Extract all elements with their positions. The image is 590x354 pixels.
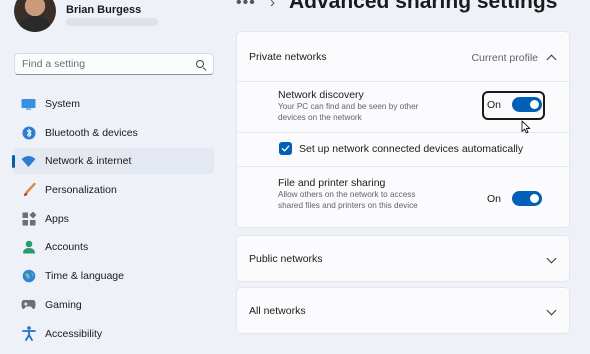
sidebar-item-label: Bluetooth & devices	[45, 126, 138, 139]
apps-icon	[21, 211, 36, 226]
sidebar-item-label: Network & internet	[45, 155, 132, 168]
network-discovery-title: Network discovery	[278, 89, 364, 101]
sidebar-item-accounts[interactable]: Accounts	[13, 234, 214, 260]
private-networks-title[interactable]: Private networks	[249, 51, 327, 63]
all-networks-card[interactable]: All networks	[236, 287, 570, 334]
brush-icon	[21, 183, 36, 198]
sidebar-item-label: Time & language	[45, 270, 124, 283]
accessibility-icon	[21, 326, 36, 341]
sidebar-item-apps[interactable]: Apps	[13, 206, 214, 232]
globe-icon	[21, 269, 36, 284]
sidebar-item-label: System	[45, 98, 81, 110]
sidebar-item-label: Apps	[45, 212, 69, 225]
sidebar-item-personalization[interactable]: Personalization	[13, 177, 214, 203]
sidebar-item-bluetooth[interactable]: Bluetooth & devices	[13, 120, 214, 146]
file-printer-sharing-description: Allow others on the network to access sh…	[278, 190, 418, 210]
file-printer-sharing-title: File and printer sharing	[278, 177, 386, 189]
sidebar-nav: System Bluetooth & devices Network & int…	[12, 91, 214, 349]
public-networks-card[interactable]: Public networks	[236, 235, 570, 282]
divider	[237, 166, 569, 167]
file-printer-sharing-toggle-group[interactable]: On	[487, 191, 543, 206]
auto-setup-checkbox[interactable]	[279, 142, 292, 155]
network-discovery-toggle[interactable]	[512, 97, 543, 112]
avatar[interactable]	[14, 0, 56, 32]
sidebar-item-time-language[interactable]: Time & language	[13, 263, 214, 289]
sidebar-item-accessibility[interactable]: Accessibility	[13, 321, 214, 347]
user-name: Brian Burgess	[66, 4, 142, 16]
wifi-icon	[21, 154, 36, 169]
breadcrumb-more-button[interactable]: •••	[236, 0, 256, 12]
all-networks-title: All networks	[249, 305, 306, 317]
sidebar-item-gaming[interactable]: Gaming	[13, 292, 214, 318]
file-printer-sharing-toggle[interactable]	[512, 191, 543, 206]
mouse-cursor-icon	[521, 120, 531, 134]
search-input[interactable]	[22, 57, 192, 71]
sidebar-item-label: Personalization	[45, 184, 117, 197]
page-title: Advanced sharing settings	[289, 0, 558, 13]
sidebar-item-label: Gaming	[45, 298, 82, 311]
checkmark-icon	[281, 145, 290, 152]
sidebar-item-label: Accessibility	[45, 327, 103, 340]
divider	[237, 81, 569, 82]
chevron-down-icon[interactable]	[546, 253, 557, 264]
sidebar-item-network[interactable]: Network & internet	[12, 148, 214, 175]
system-icon	[21, 97, 36, 112]
accounts-icon	[21, 240, 36, 255]
sidebar-item-system[interactable]: System	[13, 91, 214, 117]
divider	[237, 132, 569, 133]
chevron-up-icon[interactable]	[546, 54, 557, 65]
network-discovery-state: On	[487, 98, 502, 111]
user-email-redacted	[66, 18, 158, 26]
file-printer-sharing-state: On	[487, 192, 502, 205]
sidebar-item-label: Accounts	[45, 241, 89, 254]
gamepad-icon	[21, 297, 36, 312]
network-discovery-description: Your PC can find and be seen by other de…	[278, 102, 419, 122]
chevron-down-icon[interactable]	[546, 305, 557, 316]
search-icon[interactable]	[196, 60, 204, 68]
auto-setup-label[interactable]: Set up network connected devices automat…	[299, 143, 523, 155]
current-profile-label: Current profile	[471, 52, 538, 64]
search-box[interactable]	[14, 53, 214, 75]
network-discovery-toggle-group[interactable]: On	[487, 97, 543, 112]
bluetooth-icon	[21, 125, 36, 140]
public-networks-title: Public networks	[249, 253, 323, 265]
breadcrumb-separator-icon: ›	[270, 0, 275, 11]
